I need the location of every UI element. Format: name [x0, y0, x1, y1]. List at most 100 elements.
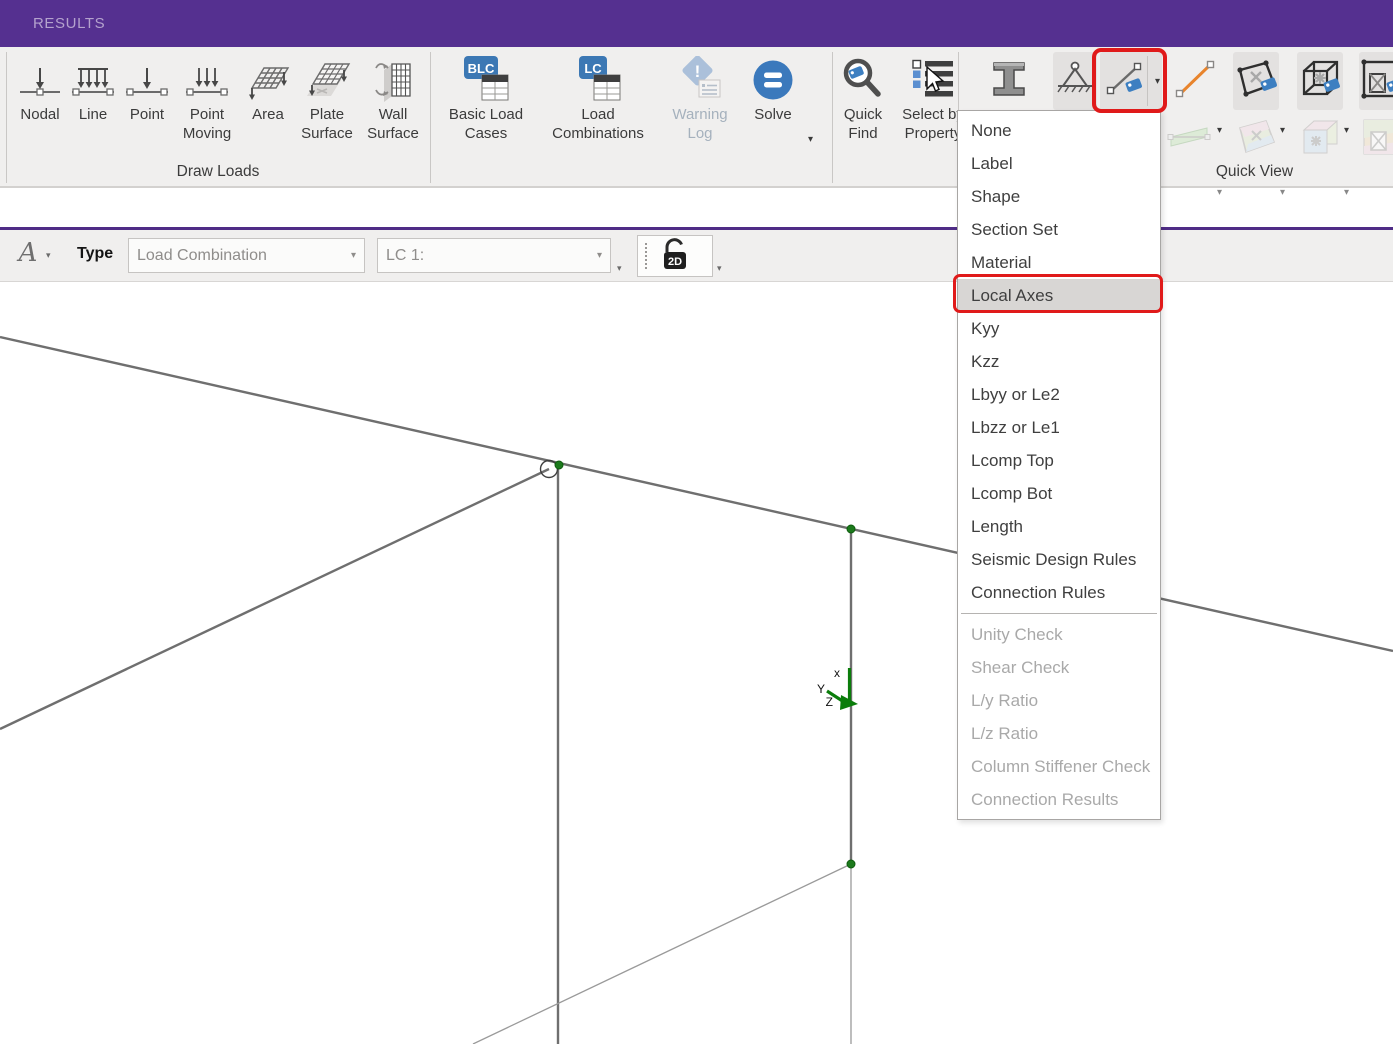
menu-item-shape[interactable]: Shape — [958, 180, 1160, 213]
model-member-top-chord[interactable] — [0, 337, 1393, 651]
menu-item-section-set[interactable]: Section Set — [958, 213, 1160, 246]
load-case-overflow-arrow[interactable]: ▾ — [617, 263, 622, 274]
menu-item-lbzz-or-le1[interactable]: Lbzz or Le1 — [958, 411, 1160, 444]
menu-item-none[interactable]: None — [958, 114, 1160, 147]
draw-loads-group-label: Draw Loads — [6, 163, 430, 181]
member-results-dropdown-arrow: ▾ — [1217, 187, 1222, 198]
solid-labels-view-button[interactable] — [1297, 52, 1343, 110]
model-member-bottom-brace[interactable] — [473, 864, 851, 1044]
point-load-button[interactable]: Point — [120, 54, 174, 124]
solid-contour-icon — [1297, 116, 1343, 163]
menu-item-ly-ratio: L/y Ratio — [958, 684, 1160, 717]
local-axis-x-label: x — [834, 666, 840, 680]
menu-item-unity-check: Unity Check — [958, 618, 1160, 651]
basic-load-cases-button[interactable]: BLC Basic Load Cases — [432, 54, 540, 143]
section-shape-view-button[interactable] — [985, 52, 1031, 110]
support-icon — [1054, 59, 1096, 104]
blc-badge: BLC — [468, 61, 495, 76]
menu-item-shear-check: Shear Check — [958, 651, 1160, 684]
member-rendered-dropdown-arrow[interactable]: ▾ — [1217, 125, 1222, 136]
ibeam-icon — [986, 58, 1030, 105]
beam-diagram-icon — [1166, 122, 1212, 157]
solve-button[interactable]: Solve — [744, 54, 802, 124]
menu-item-label[interactable]: Label — [958, 147, 1160, 180]
load-type-select[interactable]: Load Combination ▾ — [128, 238, 365, 273]
load-type-value: Load Combination — [137, 247, 351, 265]
quick-view-group-label: Quick View — [1162, 163, 1347, 181]
menu-item-seismic-design-rules[interactable]: Seismic Design Rules — [958, 543, 1160, 576]
member-orange-icon — [1173, 58, 1217, 105]
ribbon-item-label: Quick Find — [833, 105, 893, 143]
application-window: RESULTS Nodal Line Point — [0, 0, 1393, 1044]
ribbon-item-label: Wall Surface — [360, 105, 426, 143]
ribbon-item-label: Point — [130, 105, 164, 124]
active-tab-results[interactable]: RESULTS — [33, 0, 105, 47]
warning-mark: ! — [695, 62, 701, 81]
solve-icon — [751, 54, 795, 102]
model-node[interactable] — [847, 525, 855, 533]
ribbon-item-label: Warning Log — [664, 105, 736, 143]
lock-overflow-arrow[interactable]: ▾ — [717, 263, 722, 274]
ribbon-item-label: Area — [252, 105, 284, 124]
menu-separator — [961, 613, 1157, 614]
load-case-select[interactable]: LC 1: ▾ — [377, 238, 611, 273]
menu-item-connection-results: Connection Results — [958, 783, 1160, 816]
nodal-load-button[interactable]: Nodal — [14, 54, 66, 124]
menu-item-kyy[interactable]: Kyy — [958, 312, 1160, 345]
plate-surface-load-button[interactable]: Plate Surface — [295, 54, 359, 143]
lock-2d-group[interactable]: 2D — [637, 235, 713, 277]
model-node[interactable] — [555, 461, 563, 469]
menu-item-lcomp-bot[interactable]: Lcomp Bot — [958, 477, 1160, 510]
solve-dropdown-arrow[interactable]: ▾ — [808, 135, 813, 145]
menu-item-connection-rules[interactable]: Connection Rules — [958, 576, 1160, 609]
font-style-dropdown-arrow[interactable]: ▾ — [46, 250, 51, 261]
wall-panel-labels-view-button[interactable] — [1359, 52, 1393, 110]
local-axis-y-label: Y — [817, 682, 825, 696]
plate-labels-dropdown-arrow[interactable]: ▾ — [1280, 125, 1285, 136]
wall-contour-view-button — [1359, 114, 1393, 164]
line-load-button[interactable]: Line — [70, 54, 116, 124]
line-load-icon — [70, 54, 116, 102]
model-canvas[interactable]: x Y Z — [0, 283, 1393, 1044]
wall-surface-load-icon — [370, 54, 416, 102]
toolbar-grip[interactable] — [645, 243, 647, 269]
member-rendered-view-button[interactable] — [1172, 52, 1218, 110]
menu-item-material[interactable]: Material — [958, 246, 1160, 279]
basic-load-cases-icon: BLC — [462, 54, 510, 102]
ribbon-item-label: Point Moving — [176, 105, 238, 143]
ribbon-item-label: Solve — [754, 105, 792, 124]
ribbon-item-label: Nodal — [20, 105, 59, 124]
plate-labels-view-button[interactable] — [1233, 52, 1279, 110]
warning-log-icon: ! — [677, 54, 723, 102]
member-labels-view-button[interactable]: ▾ — [1100, 52, 1162, 110]
solid-label-icon — [1297, 57, 1343, 106]
lock-2d-badge: 2D — [668, 256, 682, 268]
area-load-button[interactable]: Area — [242, 54, 294, 124]
model-member-left-brace[interactable] — [0, 469, 549, 729]
menu-item-local-axes[interactable]: Local Axes — [958, 279, 1160, 312]
model-node[interactable] — [847, 860, 855, 868]
wall-contour-icon — [1359, 116, 1393, 163]
menu-item-column-stiffener-check: Column Stiffener Check — [958, 750, 1160, 783]
load-case-select-arrow: ▾ — [597, 250, 602, 261]
menu-item-lcomp-top[interactable]: Lcomp Top — [958, 444, 1160, 477]
ribbon-item-label: Load Combinations — [540, 105, 656, 143]
menu-item-lbyy-or-le2[interactable]: Lbyy or Le2 — [958, 378, 1160, 411]
point-moving-load-button[interactable]: Point Moving — [176, 54, 238, 143]
font-style-icon[interactable]: A — [14, 238, 42, 272]
type-label: Type — [77, 245, 113, 263]
menu-item-length[interactable]: Length — [958, 510, 1160, 543]
nodal-load-icon — [17, 54, 63, 102]
ribbon-item-label: Basic Load Cases — [432, 105, 540, 143]
member-labels-dropdown-arrow[interactable]: ▾ — [1155, 76, 1160, 87]
ribbon-item-label: Plate Surface — [295, 105, 359, 143]
quick-find-button[interactable]: Quick Find — [833, 54, 893, 143]
menu-item-kzz[interactable]: Kzz — [958, 345, 1160, 378]
boundary-conditions-view-button[interactable] — [1053, 52, 1097, 110]
point-load-icon — [124, 54, 170, 102]
plate-surface-load-icon — [303, 54, 351, 102]
load-type-select-arrow: ▾ — [351, 250, 356, 261]
wall-surface-load-button[interactable]: Wall Surface — [360, 54, 426, 143]
solid-labels-dropdown-arrow[interactable]: ▾ — [1344, 125, 1349, 136]
load-combinations-button[interactable]: LC Load Combinations — [540, 54, 656, 143]
